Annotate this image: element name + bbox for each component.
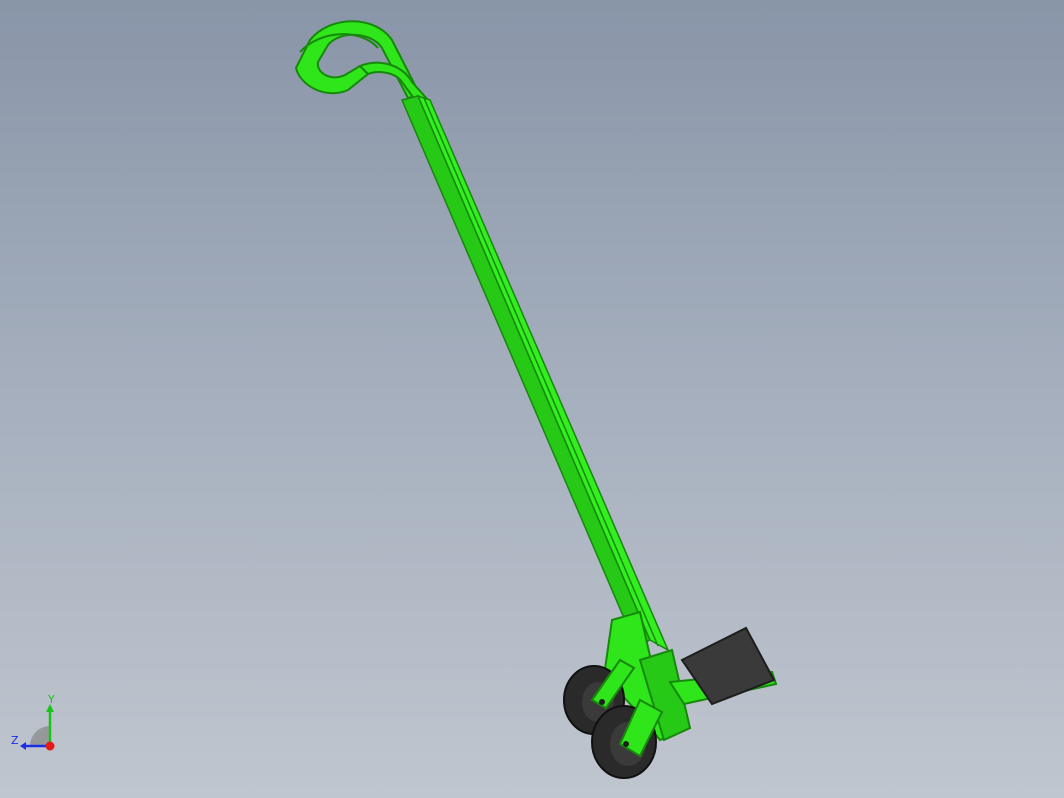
frame-rail-left	[400, 95, 651, 647]
view-orientation-triad: Y Z	[8, 694, 68, 760]
frame-rail-edge	[423, 97, 659, 647]
triad-z-label: Z	[11, 734, 19, 747]
graphics-viewport[interactable]: Y Z	[0, 0, 1064, 798]
hand-truck-model[interactable]	[0, 0, 1064, 798]
triad-graphic	[20, 704, 55, 751]
axle-rear	[599, 699, 605, 705]
handle-loop	[294, 20, 422, 100]
frame-rail-right	[416, 94, 670, 652]
axle-front	[623, 741, 629, 747]
triad-y-label: Y	[48, 693, 55, 706]
